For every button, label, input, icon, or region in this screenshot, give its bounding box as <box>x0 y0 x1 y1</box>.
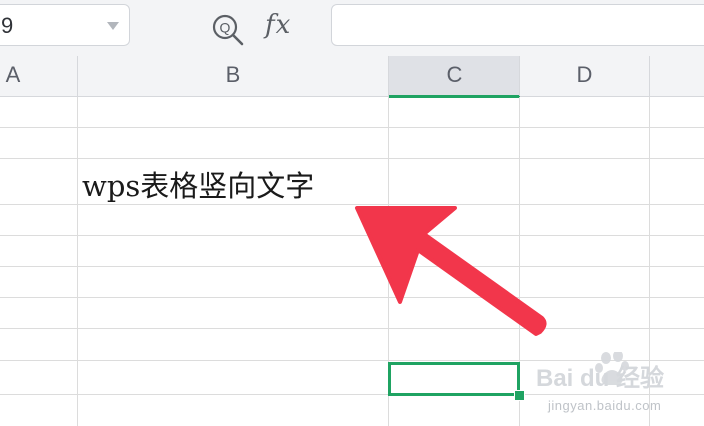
fill-handle[interactable] <box>514 390 525 401</box>
name-box[interactable]: 9 <box>0 4 130 46</box>
active-cell-selection[interactable] <box>388 362 520 396</box>
function-icon[interactable]: fx <box>265 10 291 40</box>
watermark-url: jingyan.baidu.com <box>548 398 662 413</box>
cell-b3-text[interactable]: wps表格竖向文字 <box>82 163 314 205</box>
zoom-magnifier-icon[interactable]: Q <box>210 12 246 48</box>
row-gridline <box>0 297 704 298</box>
row-gridline <box>0 266 704 267</box>
column-gridline <box>77 97 78 426</box>
column-header-b[interactable]: B <box>78 56 388 96</box>
name-box-value: 9 <box>1 13 14 38</box>
row-gridline <box>0 328 704 329</box>
row-gridline <box>0 235 704 236</box>
column-header-c[interactable]: C <box>389 56 520 98</box>
chevron-down-icon[interactable] <box>107 22 119 30</box>
formula-input[interactable] <box>331 4 704 46</box>
column-divider[interactable] <box>649 56 650 96</box>
row-gridline <box>0 158 704 159</box>
column-header-row: A B C D <box>0 56 704 98</box>
watermark-logo-text: Bai du 经验 <box>536 364 664 392</box>
svg-text:Q: Q <box>220 20 231 36</box>
row-gridline <box>0 127 704 128</box>
column-header-d[interactable]: D <box>520 56 649 96</box>
column-header-a[interactable]: A <box>0 56 30 96</box>
formula-toolbar: 9 Q fx <box>0 0 704 56</box>
